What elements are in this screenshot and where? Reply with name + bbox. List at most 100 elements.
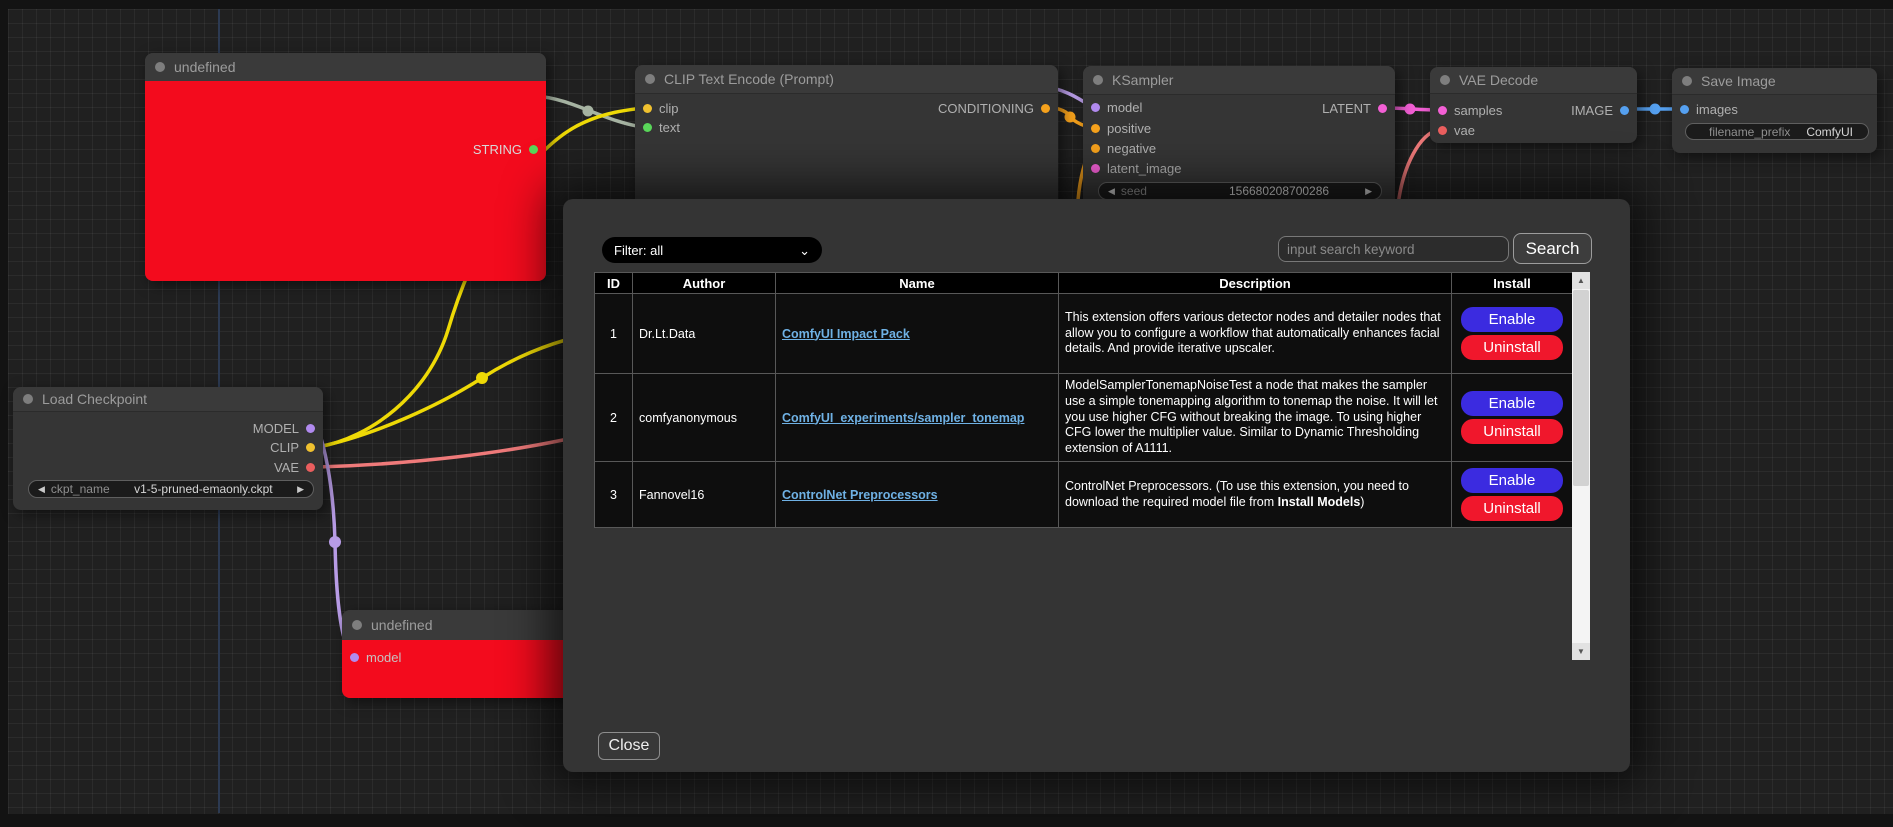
cell-id: 2 [595, 374, 633, 462]
scrollbar-up-arrow-icon[interactable]: ▲ [1572, 272, 1590, 289]
input-slot-positive[interactable]: positive [1091, 121, 1151, 135]
input-slot-vae[interactable]: vae [1438, 123, 1475, 137]
model-port-dot[interactable] [350, 653, 359, 662]
clip-port-dot[interactable] [643, 104, 652, 113]
node-undefined-bottom-header[interactable]: undefined [342, 610, 572, 641]
ckpt-next-arrow[interactable]: ▶ [297, 485, 304, 494]
scrollbar-thumb[interactable] [1573, 290, 1589, 486]
seed-increment-arrow[interactable]: ▶ [1365, 187, 1372, 196]
vae-port-dot[interactable] [1438, 126, 1447, 135]
slot-label: STRING [473, 142, 522, 157]
extension-link[interactable]: ComfyUI Impact Pack [782, 327, 910, 341]
cell-name: ComfyUI Impact Pack [776, 294, 1059, 374]
node-status-dot [1093, 75, 1103, 85]
enable-button[interactable]: Enable [1461, 468, 1563, 493]
node-title: Load Checkpoint [42, 391, 147, 407]
node-status-dot [155, 62, 165, 72]
images-port-dot[interactable] [1680, 105, 1689, 114]
table-row: 1 Dr.Lt.Data ComfyUI Impact Pack This ex… [595, 294, 1573, 374]
model-port-dot[interactable] [1091, 103, 1100, 112]
negative-port-dot[interactable] [1091, 144, 1100, 153]
cell-description: ControlNet Preprocessors. (To use this e… [1059, 462, 1452, 528]
filter-select[interactable]: Filter: all ⌄ [602, 237, 822, 263]
slot-label: MODEL [253, 421, 299, 436]
enable-button[interactable]: Enable [1461, 391, 1563, 416]
extension-link[interactable]: ComfyUI_experiments/sampler_tonemap [782, 411, 1024, 425]
column-header-name: Name [776, 273, 1059, 294]
image-port-dot[interactable] [1620, 106, 1629, 115]
custom-nodes-manager-dialog: Filter: all ⌄ Search ID Author Name Desc… [563, 199, 1630, 772]
input-slot-latent-image[interactable]: latent_image [1091, 161, 1181, 175]
node-save-image[interactable]: Save Image images filename_prefix ComfyU… [1672, 68, 1877, 153]
input-slot-samples[interactable]: samples [1438, 103, 1502, 117]
ckpt-name-widget[interactable]: ◀ ckpt_name v1-5-pruned-emaonly.ckpt ▶ [28, 480, 314, 498]
positive-port-dot[interactable] [1091, 124, 1100, 133]
input-slot-model[interactable]: model [1091, 100, 1142, 114]
node-ksampler-header[interactable]: KSampler [1083, 66, 1395, 95]
text-port-dot[interactable] [643, 123, 652, 132]
node-save-image-header[interactable]: Save Image [1672, 68, 1877, 95]
output-slot-latent[interactable]: LATENT [1322, 101, 1387, 115]
slot-label: VAE [274, 460, 299, 475]
extension-link[interactable]: ControlNet Preprocessors [782, 488, 938, 502]
seed-widget[interactable]: ◀ seed 156680208700286 ▶ [1098, 182, 1382, 200]
node-ksampler[interactable]: KSampler model positive negative latent_… [1083, 66, 1395, 207]
output-slot-image[interactable]: IMAGE [1571, 103, 1629, 117]
search-input[interactable] [1278, 236, 1509, 262]
node-title: CLIP Text Encode (Prompt) [664, 71, 834, 87]
output-slot-string[interactable]: STRING [473, 142, 538, 156]
node-undefined-bottom[interactable]: undefined model [342, 610, 572, 698]
clip-port-dot[interactable] [306, 443, 315, 452]
cell-name: ComfyUI_experiments/sampler_tonemap [776, 374, 1059, 462]
node-vae-decode[interactable]: VAE Decode samples vae IMAGE [1430, 67, 1637, 143]
input-slot-text[interactable]: text [643, 120, 680, 134]
input-slot-negative[interactable]: negative [1091, 141, 1156, 155]
slot-label: latent_image [1107, 161, 1181, 176]
input-slot-model[interactable]: model [350, 650, 401, 664]
filename-prefix-value[interactable]: ComfyUI [1806, 125, 1859, 139]
conditioning-port-dot[interactable] [1041, 104, 1050, 113]
string-port-dot[interactable] [529, 145, 538, 154]
slot-label: vae [1454, 123, 1475, 138]
output-slot-clip[interactable]: CLIP [270, 440, 315, 454]
node-vae-decode-header[interactable]: VAE Decode [1430, 67, 1637, 94]
uninstall-button[interactable]: Uninstall [1461, 335, 1563, 360]
input-slot-clip[interactable]: clip [643, 101, 679, 115]
model-port-dot[interactable] [306, 424, 315, 433]
latent-port-dot[interactable] [1378, 104, 1387, 113]
chevron-down-icon: ⌄ [799, 244, 810, 257]
output-slot-model[interactable]: MODEL [253, 421, 315, 435]
uninstall-button[interactable]: Uninstall [1461, 496, 1563, 521]
node-clip-text-encode-header[interactable]: CLIP Text Encode (Prompt) [635, 65, 1058, 94]
node-load-checkpoint[interactable]: Load Checkpoint MODEL CLIP VAE ◀ ckpt_na… [13, 387, 323, 510]
enable-button[interactable]: Enable [1461, 307, 1563, 332]
input-slot-images[interactable]: images [1680, 102, 1738, 116]
search-button[interactable]: Search [1513, 233, 1592, 264]
output-slot-conditioning[interactable]: CONDITIONING [938, 101, 1050, 115]
table-header-row: ID Author Name Description Install [595, 273, 1573, 294]
node-status-dot [645, 74, 655, 84]
node-status-dot [23, 394, 33, 404]
uninstall-button[interactable]: Uninstall [1461, 419, 1563, 444]
table-scrollbar[interactable]: ▲ ▼ [1572, 272, 1590, 660]
close-button[interactable]: Close [598, 732, 660, 760]
vae-port-dot[interactable] [306, 463, 315, 472]
slot-label: samples [1454, 103, 1502, 118]
ckpt-name-value[interactable]: v1-5-pruned-emaonly.ckpt [134, 482, 273, 496]
seed-widget-value[interactable]: 156680208700286 [1229, 184, 1329, 198]
cell-author: Dr.Lt.Data [633, 294, 776, 374]
slot-label: model [366, 650, 401, 665]
node-undefined-top-header[interactable]: undefined [145, 53, 546, 82]
ckpt-prev-arrow[interactable]: ◀ [38, 485, 45, 494]
filename-prefix-widget[interactable]: filename_prefix ComfyUI [1685, 123, 1869, 140]
slot-label: IMAGE [1571, 103, 1613, 118]
output-slot-vae[interactable]: VAE [274, 460, 315, 474]
node-undefined-top[interactable]: undefined STRING [145, 53, 546, 281]
scrollbar-down-arrow-icon[interactable]: ▼ [1572, 643, 1590, 660]
samples-port-dot[interactable] [1438, 106, 1447, 115]
seed-decrement-arrow[interactable]: ◀ [1108, 187, 1115, 196]
node-clip-text-encode[interactable]: CLIP Text Encode (Prompt) clip text COND… [635, 65, 1058, 210]
node-load-checkpoint-header[interactable]: Load Checkpoint [13, 387, 323, 412]
slot-label: images [1696, 102, 1738, 117]
latent-image-port-dot[interactable] [1091, 164, 1100, 173]
